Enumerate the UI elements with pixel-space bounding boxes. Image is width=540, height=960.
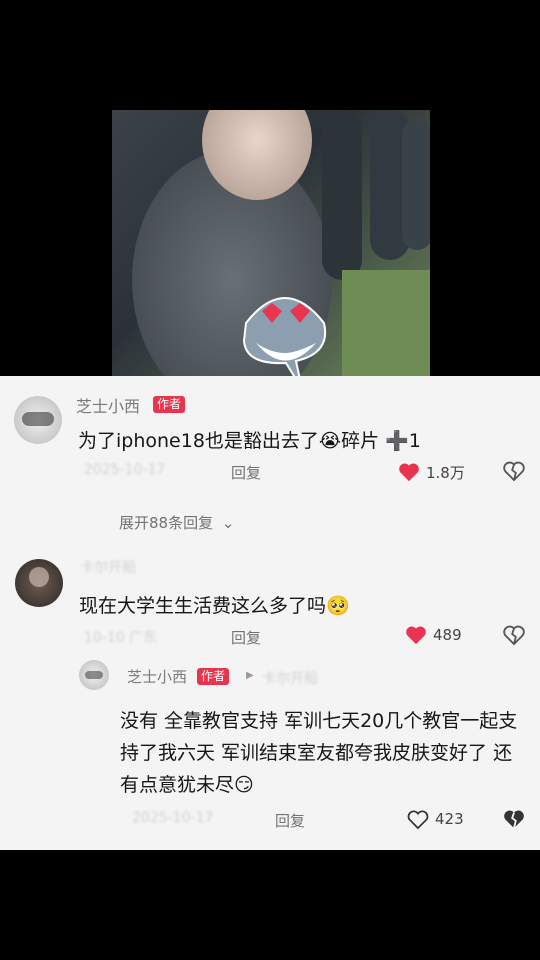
expand-replies-button[interactable]: 展开88条回复 ⌄	[119, 512, 234, 533]
reply-button[interactable]: 回复	[231, 462, 261, 483]
like-count: 423	[435, 810, 464, 828]
dislike-icon[interactable]	[503, 809, 525, 829]
heart-icon[interactable]	[405, 625, 427, 645]
comment-username[interactable]: 芝士小西	[76, 393, 140, 417]
comment-date: 2025-10-17	[84, 462, 166, 478]
comment-username[interactable]: 芝士小西	[127, 666, 187, 687]
like-count: 489	[433, 626, 462, 644]
comment-text: 没有 全靠教官支持 军训七天20几个教官一起支持了我六天 军训结束室友都夸我皮肤…	[120, 710, 518, 796]
author-badge: 作者	[197, 668, 230, 685]
like-count: 1.8万	[426, 464, 465, 482]
reply-button[interactable]: 回复	[231, 627, 261, 648]
comment-date: 2025-10-17	[132, 810, 214, 826]
commenter-avatar[interactable]	[79, 660, 109, 690]
author-badge: 作者	[153, 396, 186, 413]
reply-arrow-icon: ▶	[246, 670, 254, 681]
dislike-icon[interactable]	[503, 461, 525, 481]
comment-username[interactable]: 卡尔开船	[80, 557, 136, 577]
dislike-icon[interactable]	[503, 625, 525, 645]
expand-replies-label: 展开88条回复	[119, 514, 214, 532]
photo-soldier	[402, 120, 430, 250]
heart-icon[interactable]	[398, 462, 420, 482]
reply-button[interactable]: 回复	[275, 810, 305, 831]
photo-soldier	[322, 110, 362, 280]
commenter-avatar[interactable]	[14, 396, 62, 444]
comment-text: 现在大学生生活费这么多了吗🥺	[79, 595, 350, 617]
photo-grass	[342, 270, 430, 380]
commenter-avatar[interactable]	[15, 559, 63, 607]
reply-to-username[interactable]: 卡尔开船	[262, 668, 318, 688]
heart-outline-icon[interactable]	[406, 809, 430, 830]
chevron-down-icon: ⌄	[221, 514, 235, 532]
comment-text: 为了iphone18也是豁出去了😭碎片 ➕1	[78, 430, 421, 452]
comment-date: 10-10 广东	[84, 630, 158, 646]
